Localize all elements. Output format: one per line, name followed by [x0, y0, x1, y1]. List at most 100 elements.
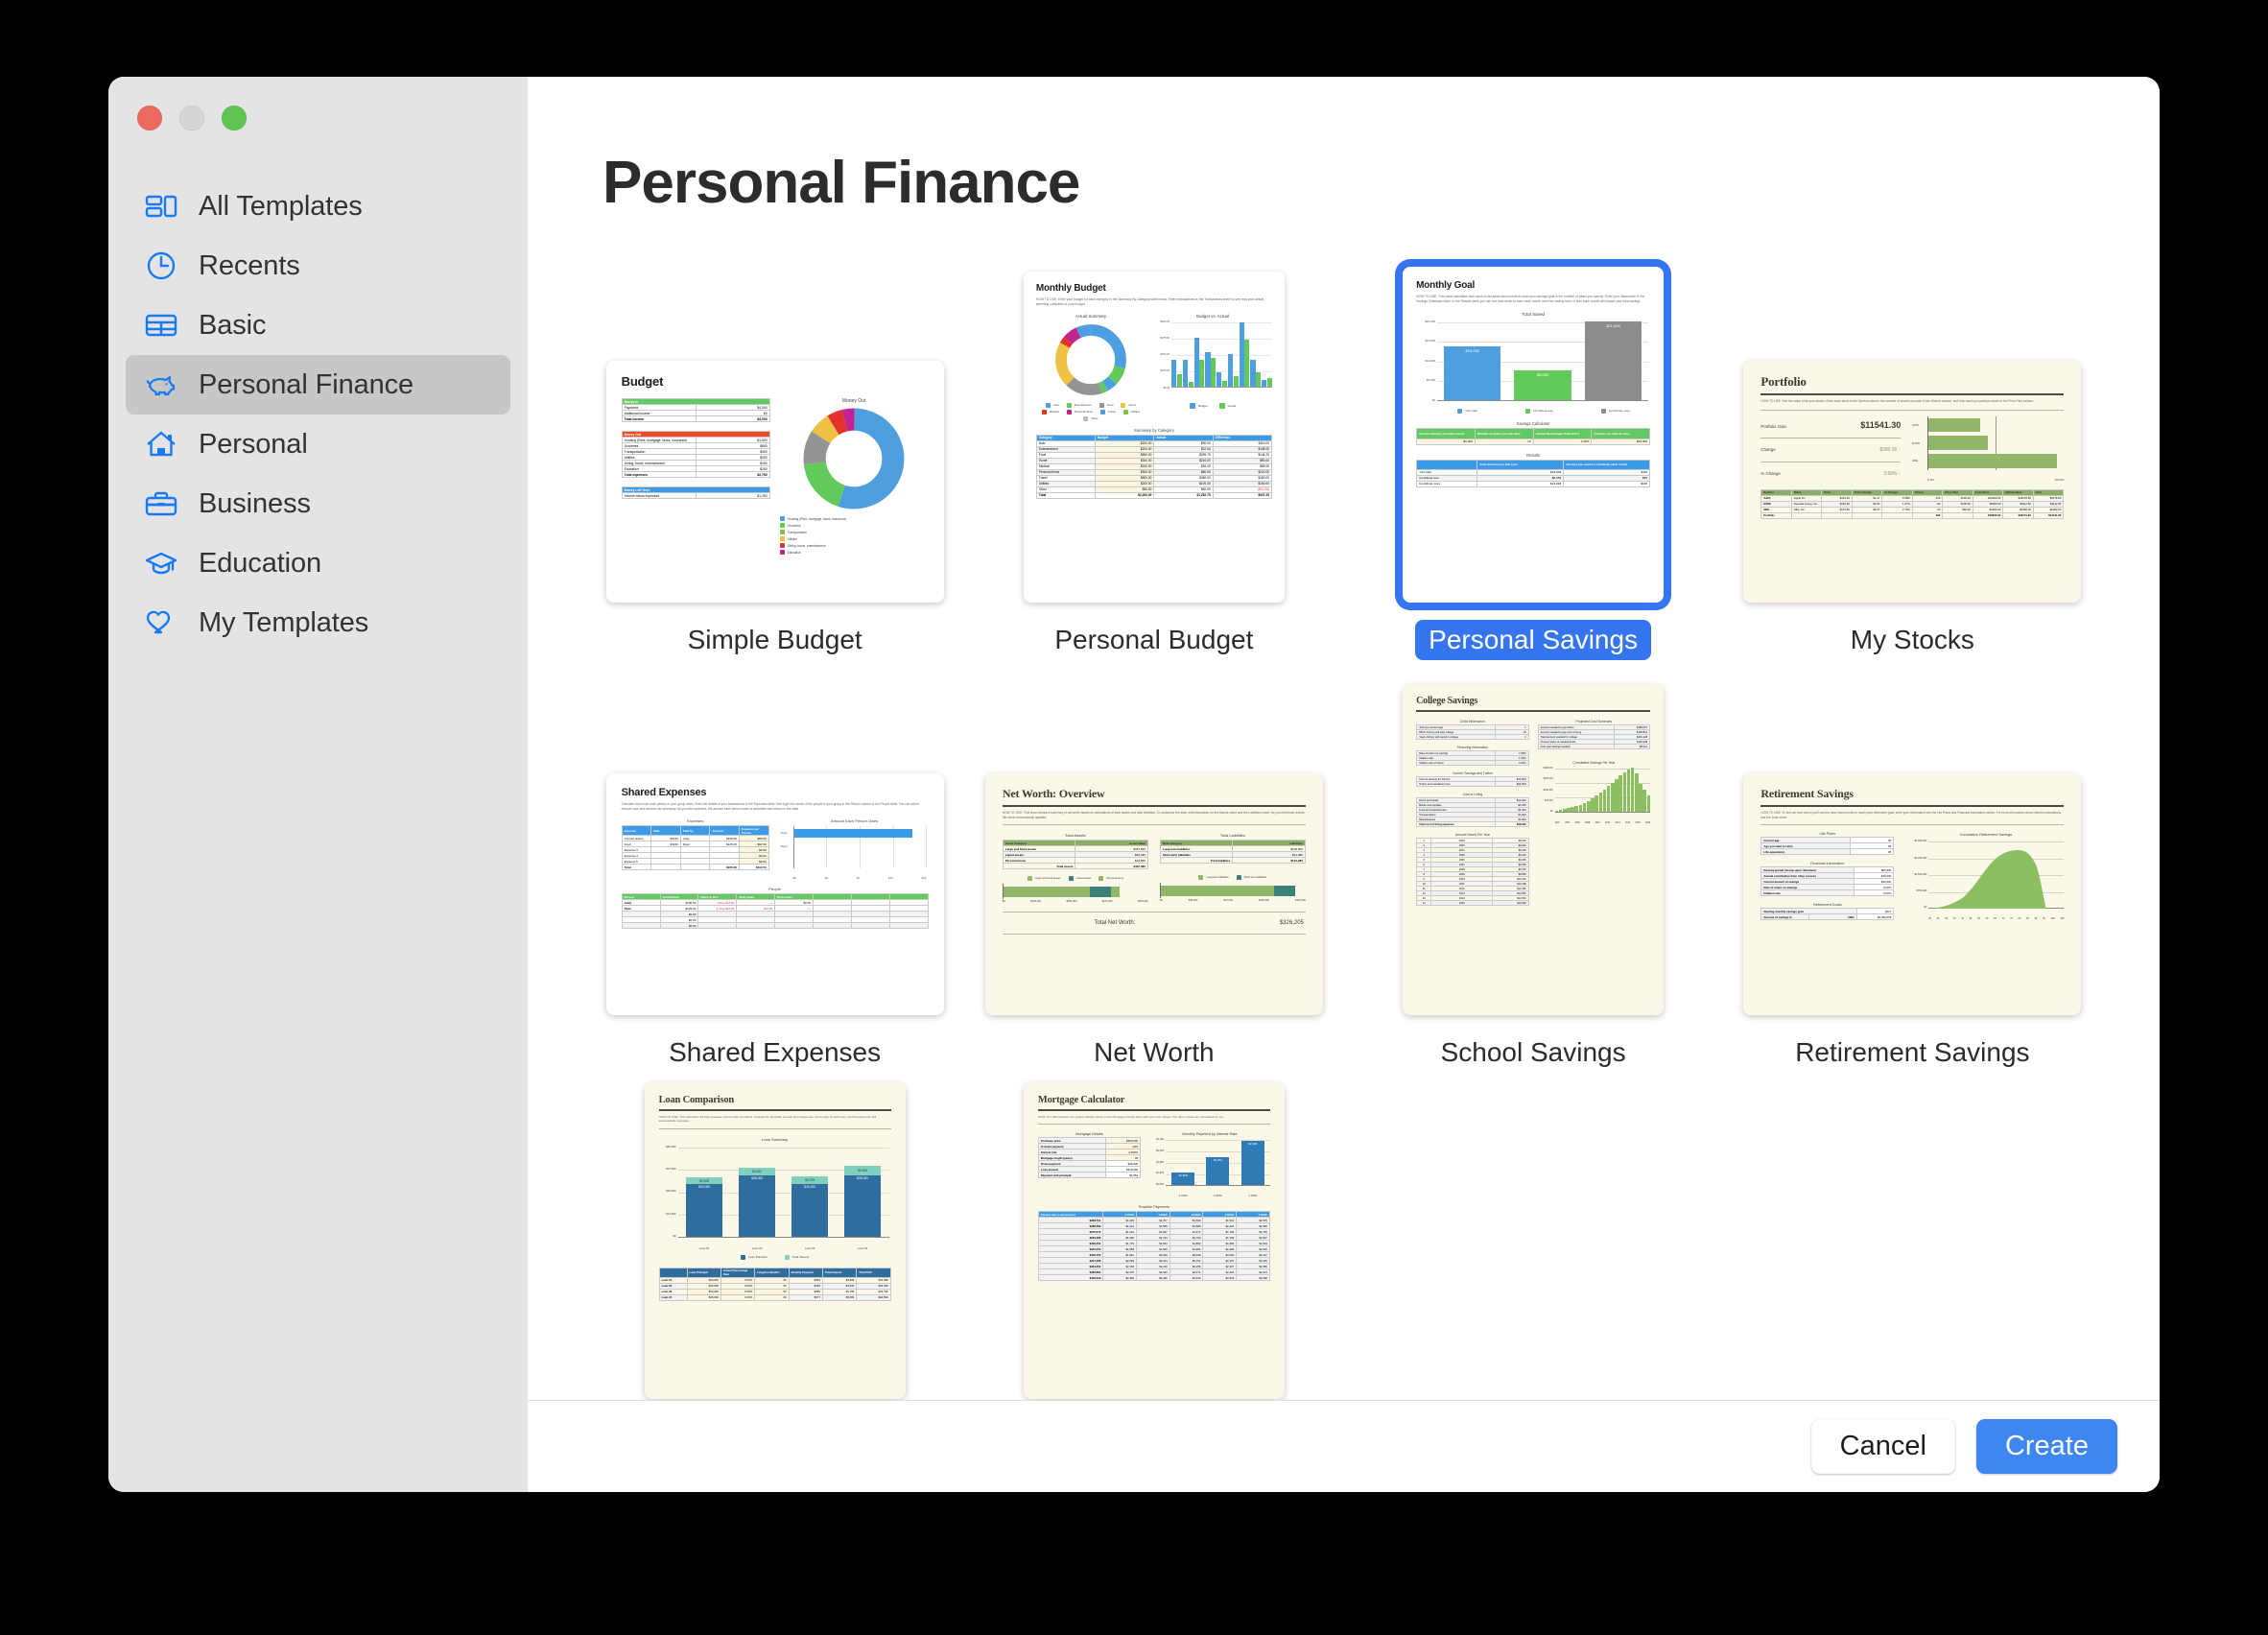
legend-label: Auto [1052, 403, 1059, 408]
legend-label: Housing (Rent, mortgage, taxes, insuranc… [787, 516, 847, 521]
template-card-loan-comparison[interactable]: Loan Comparison HOW TO USE: This calcula… [585, 1082, 964, 1400]
table-title: Financing Information [1456, 746, 1489, 749]
howto-text: HOW TO USE: This calculator will help ev… [658, 1115, 877, 1124]
minimize-button[interactable] [179, 106, 204, 130]
cell: Total assets [1002, 863, 1076, 870]
bar-value-label: $35,000 [857, 1176, 869, 1181]
cell: Total cost of living expenses [1416, 821, 1496, 827]
template-thumbnail[interactable]: Mortgage Calculator HOW TO USE: Replace … [1023, 1082, 1285, 1399]
cancel-button[interactable]: Cancel [1810, 1419, 1955, 1474]
cell: $40,599 [856, 1293, 891, 1301]
create-button[interactable]: Create [1975, 1419, 2117, 1474]
col-header: Length in Months [754, 1267, 790, 1278]
template-card-net-worth[interactable]: Net Worth: Overview HOW TO USE: This she… [964, 670, 1343, 1073]
sidebar-item-all-templates[interactable]: All Templates [126, 177, 510, 236]
template-thumbnail[interactable]: Portfolio HOW TO USE: See the value of a… [1743, 361, 2082, 603]
cell: 2061 [1808, 913, 1857, 921]
cell: $4,000 [695, 415, 770, 422]
chart-title: Cumulative Retirement Savings [1959, 832, 2013, 838]
template-name: Personal Budget [1054, 625, 1254, 654]
legend-label: Contribute less [1533, 409, 1553, 414]
template-thumbnail-selected[interactable]: Monthly Goal HOW TO USE: This sheet calc… [1403, 267, 1665, 603]
axis-tick: 200.0% [2054, 477, 2065, 482]
sidebar-item-business[interactable]: Business [126, 474, 510, 533]
template-scroll-area[interactable]: Personal Finance Budget Money In Paychec… [528, 77, 2160, 1400]
template-thumbnail[interactable]: Retirement Savings HOW TO USE: To find o… [1743, 773, 2082, 1015]
cell: $2,750 [695, 471, 770, 478]
axis-tick: 30 [1936, 917, 1940, 921]
table-title: Amount Saved Per Year [1454, 833, 1490, 837]
axis-tick: $300,000 [1543, 767, 1553, 770]
template-card-shared-expenses[interactable]: Shared Expenses Calculate how much each … [585, 670, 964, 1073]
legend-label: Long-term liabilities [1206, 876, 1229, 880]
sidebar-item-personal-finance[interactable]: Personal Finance [126, 355, 510, 415]
legend-label: Utilities [787, 536, 797, 541]
chart-title: Loan Summary [762, 1136, 789, 1142]
cell: 1.00% [1532, 438, 1593, 445]
template-card-mortgage-calculator[interactable]: Mortgage Calculator HOW TO USE: Replace … [964, 1082, 1343, 1400]
col-header: Total Paid [856, 1267, 891, 1278]
heart-icon [143, 604, 179, 641]
legend-label: Personal items [1106, 877, 1124, 881]
zoom-button[interactable] [222, 106, 247, 130]
axis-tick: 100 [2050, 917, 2055, 921]
axis-tick: $0 [1431, 397, 1436, 402]
bar-chart: $300,000 $225,000 $150,000 $75,000 $0 20… [1538, 767, 1651, 824]
table-title: Projected Cost Summary [1575, 720, 1613, 723]
template-card-retirement-savings[interactable]: Retirement Savings HOW TO USE: To find o… [1723, 670, 2102, 1073]
bar-value-label: $15,000 [1465, 347, 1480, 353]
template-card-personal-savings[interactable]: Monthly Goal HOW TO USE: This sheet calc… [1344, 257, 1723, 660]
axis-tick: 85 [2026, 917, 2029, 921]
summary-value: $11541.30 [1860, 419, 1902, 430]
template-card-personal-budget[interactable]: Monthly Budget HOW TO USE: Enter your bu… [964, 257, 1343, 660]
cell: Total [1035, 491, 1097, 499]
template-thumbnail[interactable]: Monthly Budget HOW TO USE: Enter your bu… [1023, 272, 1285, 603]
template-thumbnail[interactable]: College Savings Child Information Johnny… [1403, 684, 1665, 1015]
sidebar-item-recents[interactable]: Recents [126, 236, 510, 296]
chart-title: Monthly Payment by Interest Rate [1182, 1132, 1238, 1137]
template-thumbnail[interactable]: Net Worth: Overview HOW TO USE: This she… [984, 773, 1323, 1015]
cell: Portfolio [1760, 511, 1792, 519]
template-thumbnail[interactable]: Shared Expenses Calculate how much each … [605, 773, 944, 1015]
template-thumbnail[interactable]: Budget Money In Paycheck $4,000 Additiona… [605, 361, 944, 603]
legend-label: Total Interest [791, 1255, 810, 1260]
thumbnail-wrap: College Savings Child Information Johnny… [1403, 670, 1665, 1015]
template-card-my-stocks[interactable]: Portfolio HOW TO USE: See the value of a… [1723, 257, 2102, 660]
table-title: Current Savings and Tuition [1452, 771, 1493, 775]
sidebar-item-personal[interactable]: Personal [126, 415, 510, 474]
thumbnail-wrap: Retirement Savings HOW TO USE: To find o… [1743, 670, 2082, 1015]
sidebar-item-education[interactable]: Education [126, 533, 510, 593]
template-name: Shared Expenses [669, 1037, 882, 1067]
cell: $2,543 [1202, 1274, 1238, 1282]
window-controls [108, 77, 528, 130]
axis-tick: $1,950 [1156, 1160, 1165, 1164]
col-header: Monthly Payment [788, 1267, 823, 1278]
bar-value-label: $2,036 [1248, 1142, 1258, 1147]
cell: $1,250 [695, 492, 770, 499]
sheet-title: Budget [621, 374, 664, 389]
table-title: Cost of Living [1462, 793, 1483, 796]
axis-tick: 70 [2001, 917, 2005, 921]
axis-tick: $2,025 [1156, 1149, 1165, 1153]
template-card-simple-budget[interactable]: Budget Money In Paycheck $4,000 Additiona… [585, 257, 964, 660]
template-card-school-savings[interactable]: College Savings Child Information Johnny… [1344, 670, 1723, 1073]
sidebar-item-basic[interactable]: Basic [126, 296, 510, 355]
template-thumbnail[interactable]: Loan Comparison HOW TO USE: This calcula… [644, 1082, 906, 1399]
cell: $2,200.00 [1095, 491, 1155, 499]
axis-tick: $105,000 [1259, 899, 1269, 903]
sidebar-item-my-templates[interactable]: My Templates [126, 593, 510, 652]
howto-text: HOW TO USE: To find out how much you'll … [1760, 811, 2063, 819]
table-title: Expenses [686, 818, 704, 824]
cell: $2,490 [1169, 1274, 1204, 1282]
sidebar-item-label: Basic [199, 309, 267, 341]
dialog-footer: Cancel Create [528, 1400, 2160, 1492]
close-button[interactable] [137, 106, 162, 130]
table-title: Child Information [1460, 720, 1485, 723]
cell: $33,330 [1494, 821, 1529, 827]
piggy-bank-icon [143, 367, 179, 403]
cell: $2,436 [1136, 1274, 1170, 1282]
col-header: Loan Principal [686, 1267, 721, 1278]
template-name-selected: Personal Savings [1415, 620, 1652, 660]
axis-tick: $750,000 [1916, 889, 1927, 893]
cell: $165 [1563, 480, 1651, 487]
